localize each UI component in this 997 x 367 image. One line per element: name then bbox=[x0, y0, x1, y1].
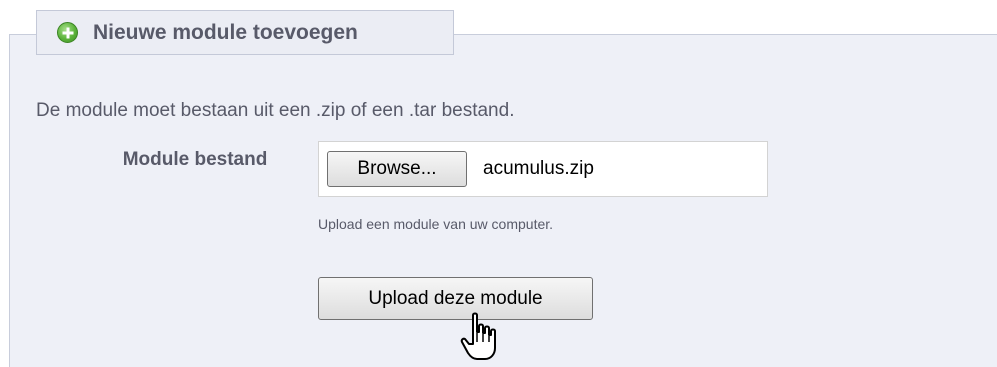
module-file-label: Module bestand bbox=[122, 149, 268, 170]
hand-pointer-icon bbox=[460, 312, 496, 360]
intro-text: De module moet bestaan uit een .zip of e… bbox=[36, 100, 515, 121]
module-file-input[interactable]: Browse... acumulus.zip bbox=[318, 141, 768, 197]
section-title: Nieuwe module toevoegen bbox=[93, 20, 358, 44]
upload-hint: Upload een module van uw computer. bbox=[318, 216, 554, 232]
selected-file-name: acumulus.zip bbox=[483, 158, 594, 179]
section-legend: Nieuwe module toevoegen bbox=[36, 10, 454, 55]
browse-button[interactable]: Browse... bbox=[327, 151, 467, 187]
plus-circle-icon bbox=[57, 22, 78, 43]
upload-module-button[interactable]: Upload deze module bbox=[318, 277, 593, 320]
